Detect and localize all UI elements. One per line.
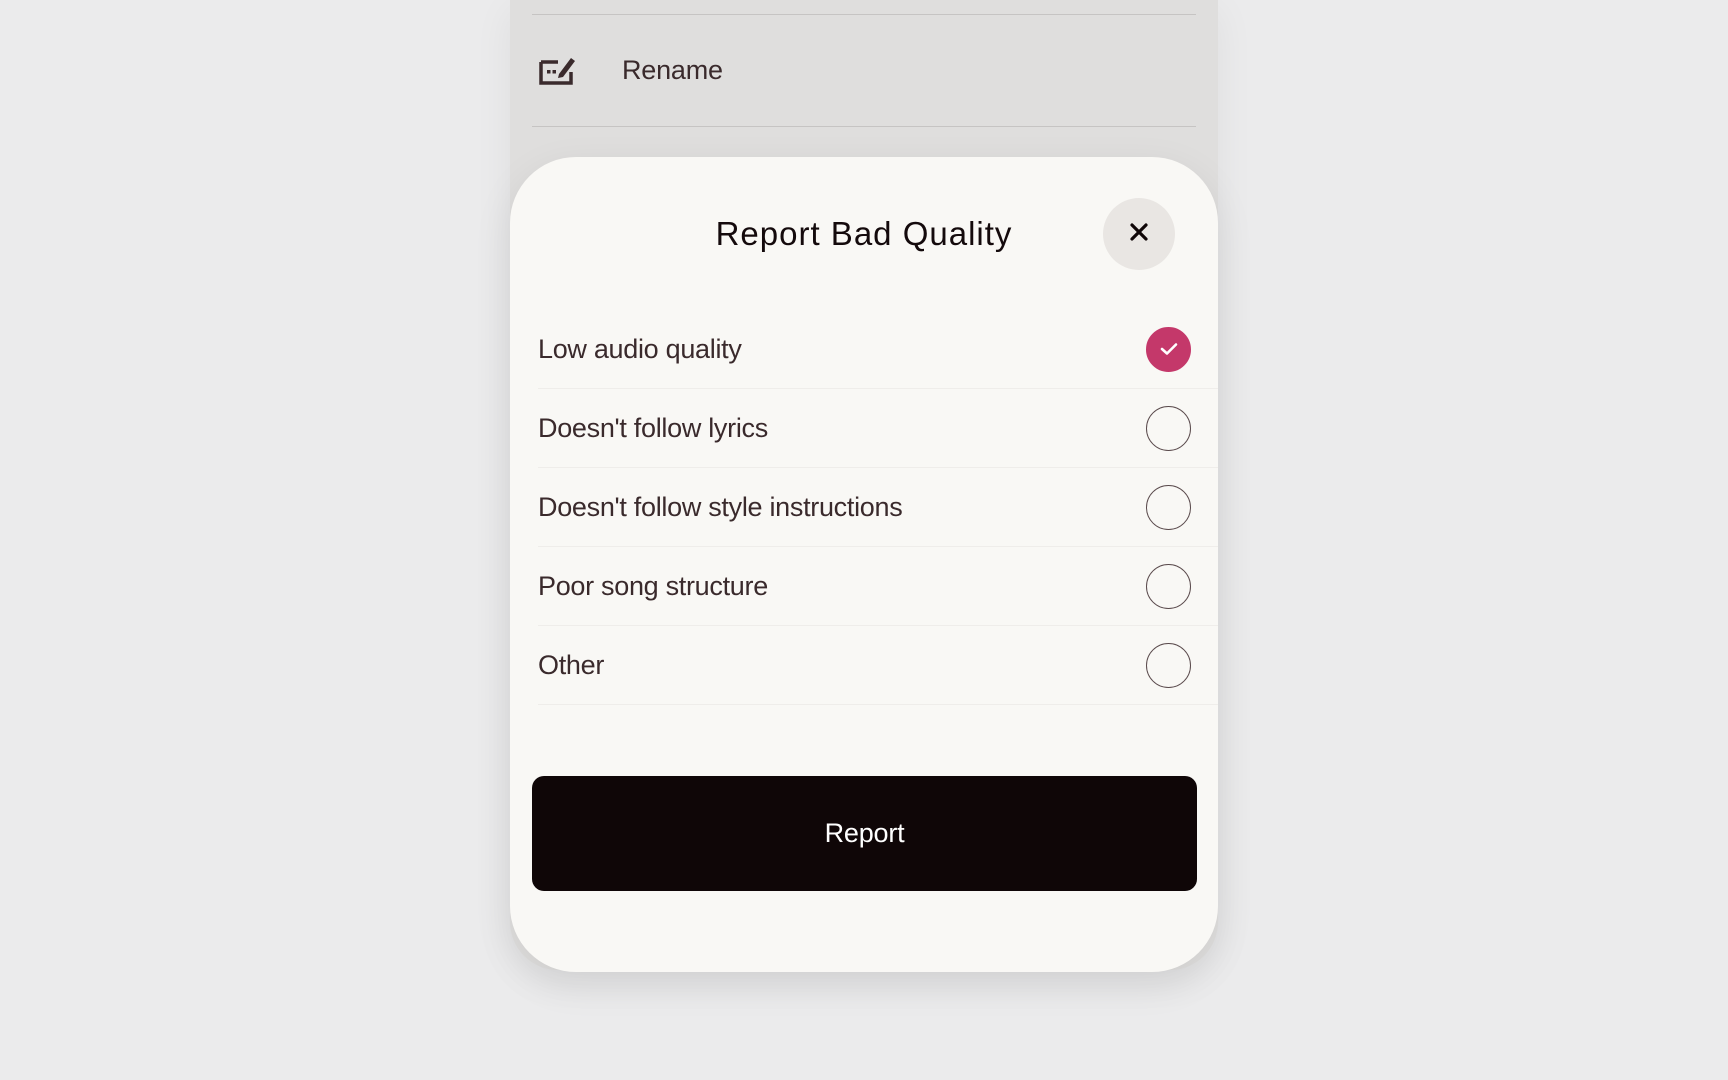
option-label: Doesn't follow style instructions — [538, 491, 903, 522]
option-label: Poor song structure — [538, 570, 768, 601]
report-dialog: Report Bad Quality Low audio quality Doe… — [510, 157, 1218, 972]
checkbox-unchecked[interactable] — [1146, 484, 1191, 530]
option-doesnt-follow-lyrics[interactable]: Doesn't follow lyrics — [538, 389, 1218, 468]
close-button[interactable] — [1103, 198, 1175, 270]
option-label: Low audio quality — [538, 333, 742, 364]
checkbox-unchecked[interactable] — [1146, 405, 1191, 451]
edit-icon — [532, 54, 622, 86]
close-icon — [1129, 222, 1149, 247]
rename-menu-item[interactable]: Rename — [532, 14, 1196, 126]
check-icon — [1160, 343, 1177, 355]
option-label: Other — [538, 649, 605, 680]
menu-divider — [532, 126, 1196, 127]
option-label: Doesn't follow lyrics — [538, 412, 768, 443]
checkbox-checked[interactable] — [1146, 326, 1191, 372]
checkbox-unchecked[interactable] — [1146, 642, 1191, 688]
option-other[interactable]: Other — [538, 626, 1218, 705]
option-low-audio-quality[interactable]: Low audio quality — [538, 310, 1218, 389]
checkbox-unchecked[interactable] — [1146, 563, 1191, 609]
option-doesnt-follow-style[interactable]: Doesn't follow style instructions — [538, 468, 1218, 547]
reason-options-list: Low audio quality Doesn't follow lyrics … — [538, 310, 1218, 705]
option-poor-song-structure[interactable]: Poor song structure — [538, 547, 1218, 626]
report-button-label: Report — [824, 818, 905, 848]
rename-label: Rename — [622, 54, 723, 85]
report-button[interactable]: Report — [532, 776, 1197, 891]
